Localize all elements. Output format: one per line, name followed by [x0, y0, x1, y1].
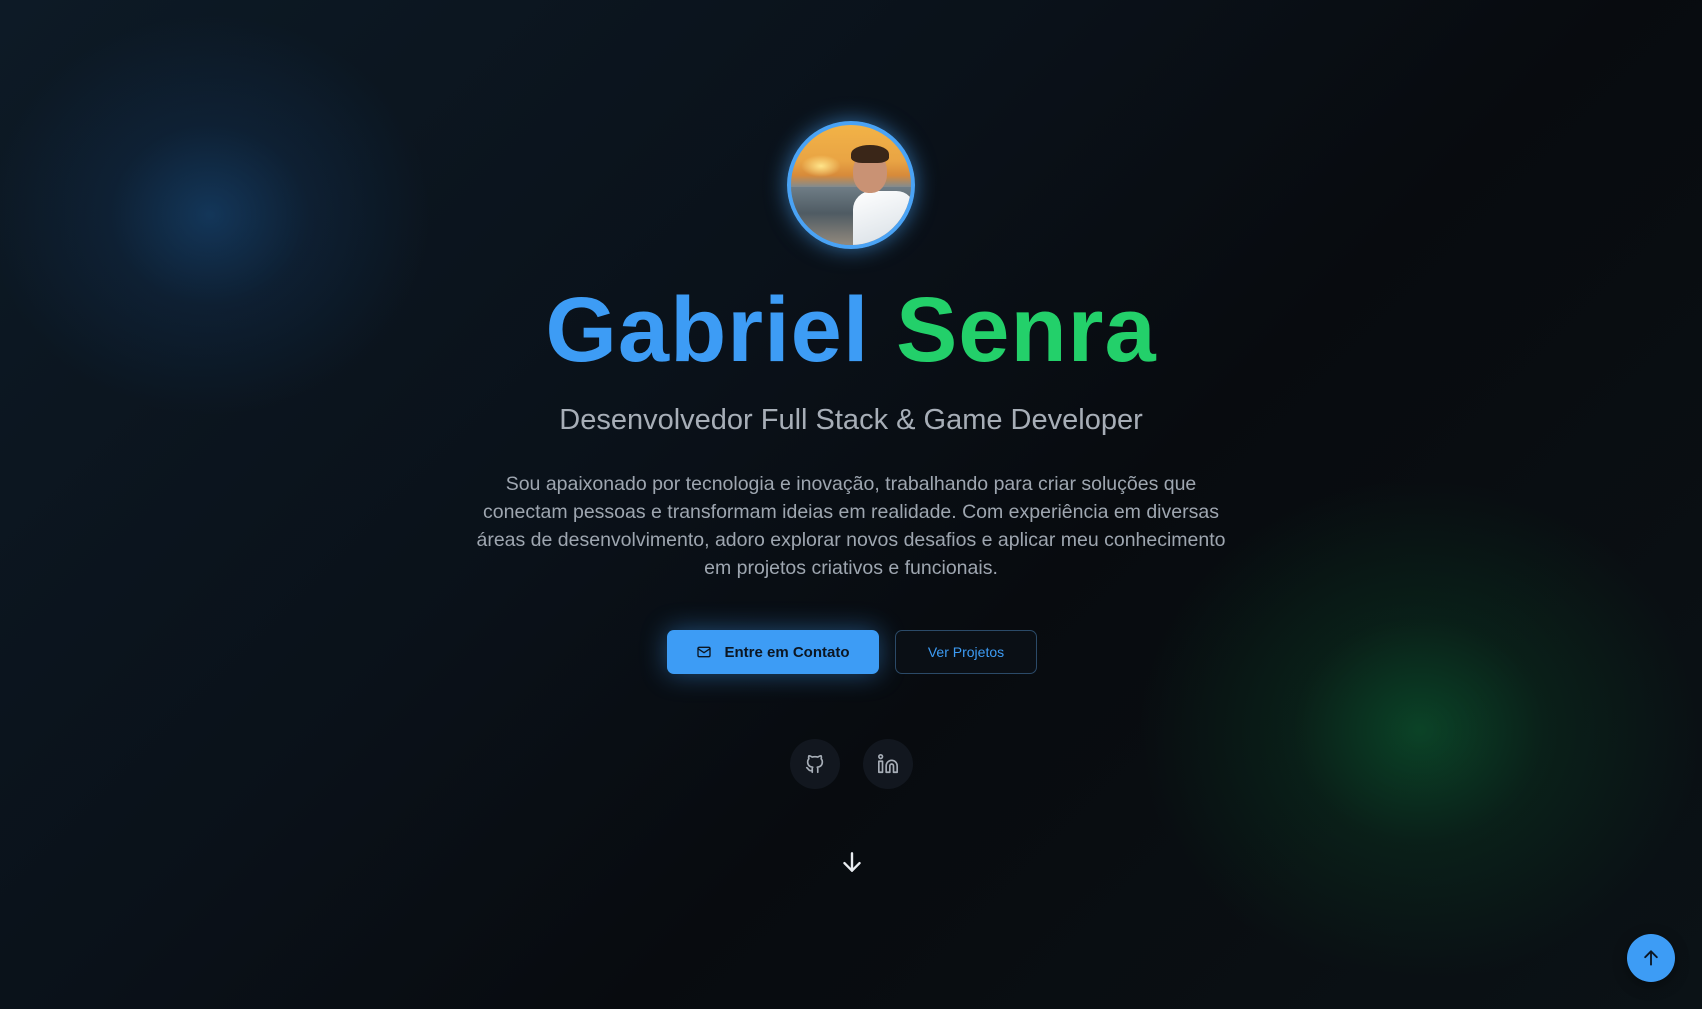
first-name: Gabriel	[545, 279, 870, 381]
arrow-up-icon	[1641, 948, 1661, 968]
github-link[interactable]	[790, 739, 840, 789]
page-title: Gabriel Senra	[0, 275, 1702, 385]
bio-text: Sou apaixonado por tecnologia e inovação…	[476, 473, 1226, 579]
avatar	[787, 121, 915, 249]
linkedin-icon	[877, 753, 899, 775]
back-to-top-button[interactable]	[1627, 934, 1675, 982]
arrow-down-icon	[839, 849, 865, 875]
view-projects-label: Ver Projetos	[927, 644, 1005, 660]
role-subtitle: Desenvolvedor Full Stack & Game Develope…	[559, 404, 1143, 436]
contact-button-label: Entre em Contato	[724, 643, 850, 661]
github-icon	[804, 753, 826, 775]
scroll-down-button[interactable]	[838, 848, 866, 876]
hero-section: Gabriel Senra Desenvolvedor Full Stack &…	[0, 0, 1702, 1009]
last-name: Senra	[895, 279, 1157, 381]
mail-icon	[696, 644, 712, 660]
linkedin-link[interactable]	[863, 739, 913, 789]
contact-button[interactable]: Entre em Contato	[667, 630, 879, 674]
view-projects-button[interactable]: Ver Projetos	[895, 630, 1037, 674]
